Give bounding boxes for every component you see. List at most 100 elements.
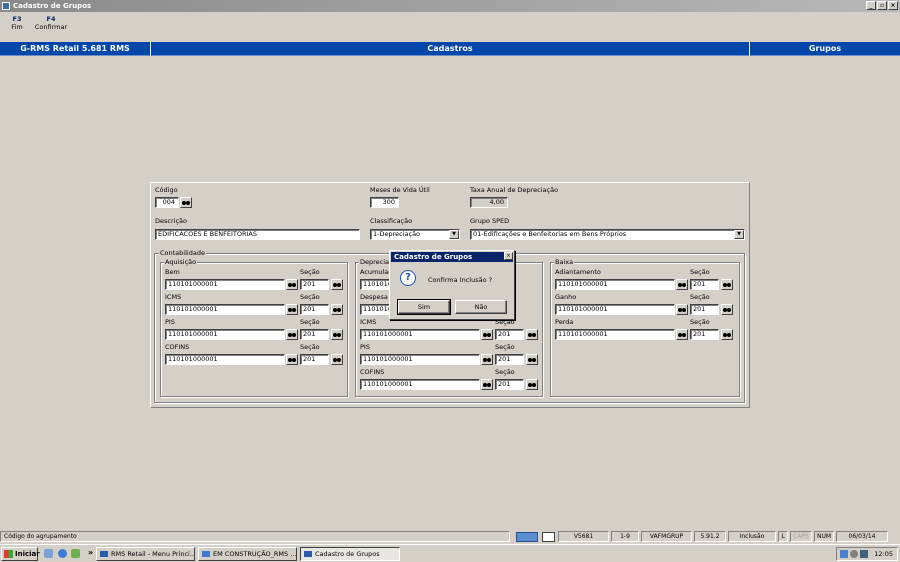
codigo-search-icon[interactable] (180, 197, 192, 208)
secao-search-icon[interactable] (526, 354, 538, 365)
secao-search-icon[interactable] (331, 329, 343, 340)
account-label: Perda (555, 318, 574, 326)
account-label: Acumulad (360, 268, 393, 276)
start-button[interactable]: Iniciar (1, 547, 40, 561)
secao-search-icon[interactable] (721, 304, 733, 315)
account-search-icon[interactable] (481, 354, 493, 365)
account-field[interactable]: 110101000001 (360, 329, 480, 340)
secao-search-icon[interactable] (331, 279, 343, 290)
account-search-icon[interactable] (676, 304, 688, 315)
account-field[interactable]: 110101000001 (555, 329, 675, 340)
account-field[interactable]: 110101000001 (165, 329, 285, 340)
f3-action-label: Fim (11, 23, 23, 31)
document-icon (542, 532, 555, 542)
meses-field[interactable]: 300 (370, 197, 399, 208)
account-search-icon[interactable] (286, 329, 298, 340)
window-title: Cadastro de Grupos (13, 2, 92, 10)
account-search-icon[interactable] (286, 354, 298, 365)
account-search-icon[interactable] (481, 379, 493, 390)
minimize-button[interactable]: _ (866, 1, 876, 10)
descricao-label: Descrição (155, 217, 187, 225)
status-build: 5.91.2 (694, 531, 726, 542)
secao-field[interactable]: 201 (690, 279, 719, 290)
account-field[interactable]: 110101000001 (360, 379, 480, 390)
status-bar: Código do agrupamento V5681 1-9 VAFMGRUP… (0, 530, 900, 543)
secao-field[interactable]: 201 (300, 279, 329, 290)
secao-field[interactable]: 201 (495, 329, 524, 340)
header-module: Cadastros (151, 42, 749, 56)
grupo-sped-select[interactable]: 01-Edificações e Benfeitorias em Bens Pr… (470, 229, 745, 240)
secao-label: Seção (300, 318, 320, 326)
secao-search-icon[interactable] (721, 279, 733, 290)
account-field[interactable]: 110101000001 (165, 304, 285, 315)
classificacao-select[interactable]: 1-Depreciação (370, 229, 460, 240)
account-search-icon[interactable] (286, 279, 298, 290)
account-field[interactable]: 110101000001 (555, 279, 675, 290)
secao-field[interactable]: 201 (300, 329, 329, 340)
account-label: PIS (165, 318, 175, 326)
close-button[interactable]: × (888, 1, 898, 10)
chevron-down-icon[interactable]: ▼ (449, 230, 459, 239)
f4-confirmar-button[interactable]: F4 Confirmar (31, 15, 71, 31)
status-date: 06/03/14 (836, 531, 888, 542)
browser-icon (202, 551, 210, 557)
codigo-field[interactable]: 004 (155, 197, 179, 208)
dialog-close-icon[interactable]: × (504, 252, 513, 260)
account-label: COFINS (360, 368, 385, 376)
account-field[interactable]: 110101000001 (360, 354, 480, 365)
secao-search-icon[interactable] (526, 329, 538, 340)
chevron-down-icon[interactable]: ▼ (734, 230, 744, 239)
secao-field[interactable]: 201 (690, 304, 719, 315)
tray-volume-icon[interactable] (860, 550, 868, 558)
account-search-icon[interactable] (481, 329, 493, 340)
secao-label: Seção (690, 293, 710, 301)
descricao-field[interactable]: EDIFICACOES E BENFEITORIAS (155, 229, 360, 240)
taskbar-item-rms-menu[interactable]: RMS Retail - Menu Princi... (96, 547, 195, 561)
secao-search-icon[interactable] (331, 304, 343, 315)
secao-field[interactable]: 201 (495, 379, 524, 390)
secao-search-icon[interactable] (526, 379, 538, 390)
taskbar-item-label: EM CONSTRUÇÃO_RMS ... (213, 550, 297, 558)
app-icon (2, 2, 10, 10)
secao-field[interactable]: 201 (690, 329, 719, 340)
secao-search-icon[interactable] (331, 354, 343, 365)
account-field[interactable]: 110101000001 (555, 304, 675, 315)
network-icon (516, 532, 538, 542)
secao-label: Seção (300, 343, 320, 351)
account-label: ICMS (360, 318, 377, 326)
account-search-icon[interactable] (676, 279, 688, 290)
account-field[interactable]: 110101000001 (165, 279, 285, 290)
taskbar-more-icon[interactable]: » (88, 548, 93, 557)
contabilidade-title: Contabilidade (159, 249, 206, 257)
account-search-icon[interactable] (676, 329, 688, 340)
codigo-label: Código (155, 186, 178, 194)
quicklaunch-app-icon[interactable] (71, 549, 80, 558)
quicklaunch-ie-icon[interactable] (58, 549, 67, 558)
secao-label: Seção (495, 343, 515, 351)
tray-network-icon[interactable] (840, 550, 848, 558)
secao-field[interactable]: 201 (495, 354, 524, 365)
account-label: COFINS (165, 343, 190, 351)
tray-security-icon[interactable] (850, 550, 858, 558)
status-range: 1-9 (611, 531, 639, 542)
secao-field[interactable]: 201 (300, 354, 329, 365)
account-search-icon[interactable] (286, 304, 298, 315)
secao-field[interactable]: 201 (300, 304, 329, 315)
account-field[interactable]: 110101000001 (165, 354, 285, 365)
header-screen: Grupos (750, 42, 900, 56)
start-label: Iniciar (15, 550, 40, 558)
account-label: Ganho (555, 293, 577, 301)
no-button[interactable]: Não (455, 300, 507, 314)
yes-button[interactable]: Sim (397, 299, 451, 315)
maximize-button[interactable]: ▫ (877, 1, 887, 10)
quicklaunch-desktop-icon[interactable] (44, 549, 53, 558)
taskbar-item-browser[interactable]: EM CONSTRUÇÃO_RMS ... (198, 547, 297, 561)
taskbar-item-cadastro[interactable]: Cadastro de Grupos (300, 547, 400, 561)
windows-logo-icon (4, 550, 13, 558)
secao-search-icon[interactable] (721, 329, 733, 340)
status-hint: Código do agrupamento (0, 531, 510, 542)
taskbar-item-label: RMS Retail - Menu Princi... (111, 550, 195, 558)
clock: 12:05 (874, 550, 893, 558)
grupo-sped-value: 01-Edificações e Benfeitorias em Bens Pr… (473, 230, 627, 238)
secao-label: Seção (300, 268, 320, 276)
